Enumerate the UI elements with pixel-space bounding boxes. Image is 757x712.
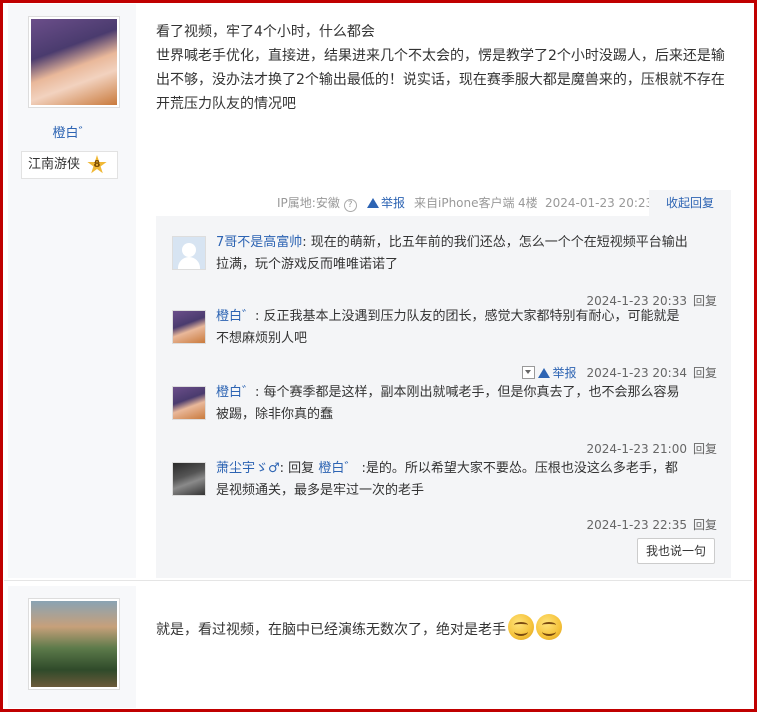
list-item: 萧尘宇ゞ♂: 回复 橙白゛ :是的。所以希望大家不要怂。压根也没这么多老手，都 … [172, 458, 717, 532]
badge-title: 江南游侠 [28, 157, 81, 172]
reply-time: 2024-1-23 22:35 [586, 518, 687, 532]
author-avatar[interactable] [28, 16, 120, 108]
reply-avatar[interactable] [172, 386, 206, 420]
post-source: 来自iPhone客户端 [414, 196, 515, 210]
reply-line: 反正我基本上没遇到压力队友的团长，感觉大家都特别有耐心，可能就是 [263, 309, 680, 324]
reply-report-link[interactable]: 举报 [522, 366, 576, 380]
reply-line: 每个赛季都是这样，副本刚出就喊老手，但是你真去了，也不会那么容易 [263, 385, 680, 400]
floor-number: 4楼 [518, 196, 538, 210]
collapse-replies-button[interactable]: 收起回复 [649, 190, 731, 216]
reply-line: 是视频通关，最多是牢过一次的老手 [216, 483, 425, 498]
warning-icon [538, 368, 551, 378]
reply-button[interactable]: 回复 [693, 366, 717, 380]
post-line: 看了视频，牢了4个小时，什么都会 [156, 24, 375, 40]
reply-prefix: 回复 [288, 461, 315, 476]
post-text: 就是，看过视频，在脑中已经演练无数次了，绝对是老手 [156, 622, 506, 638]
post-content: 就是，看过视频，在脑中已经演练无数次了，绝对是老手 [156, 614, 731, 642]
author-avatar[interactable] [28, 598, 120, 690]
member-badge[interactable]: 江南游侠 8 [21, 151, 118, 179]
post-divider [4, 580, 752, 581]
add-comment-button[interactable]: 我也说一句 [637, 538, 715, 564]
post-line: 出不够，没办法才换了2个输出最低的！说实话，现在赛季服大都是魔兽来的，压根就不存… [156, 72, 725, 88]
reply-target-username[interactable]: 橙白゛ [318, 461, 357, 476]
level-star-icon: 8 [87, 155, 107, 174]
smiley-emoji-icon [536, 614, 562, 640]
reply-avatar[interactable] [172, 462, 206, 496]
reply-footer: 2024-1-23 21:00 回复 [586, 440, 717, 457]
reply-time: 2024-1-23 21:00 [586, 442, 687, 456]
reply-text: 萧尘宇ゞ♂: 回复 橙白゛ :是的。所以希望大家不要怂。压根也没这么多老手，都 … [216, 461, 678, 498]
post-line: 世界喊老手优化，直接进，结果进来几个不太会的，愣是教学了2个小时没踢人，后来还是… [156, 48, 725, 64]
reply-button[interactable]: 回复 [693, 518, 717, 532]
dropdown-icon [522, 366, 536, 379]
reply-button[interactable]: 回复 [693, 442, 717, 456]
reply-line: 拉满，玩个游戏反而唯唯诺诺了 [216, 257, 399, 272]
help-icon[interactable]: ? [343, 199, 357, 212]
report-link[interactable]: 举报 [367, 190, 405, 216]
reply-footer: 举报 2024-1-23 20:34 回复 [522, 364, 717, 381]
reply-text: 橙白゛: 每个赛季都是这样，副本刚出就喊老手，但是你真去了，也不会那么容易 被踢… [216, 385, 680, 422]
reply-username[interactable]: 橙白゛ [216, 309, 255, 324]
reply-username[interactable]: 7哥不是高富帅 [216, 235, 302, 250]
smiley-emoji-icon [508, 614, 534, 640]
reply-line: 现在的萌新，比五年前的我们还怂，怎么一个个在短视频平台输出 [310, 235, 688, 250]
post-content: 看了视频，牢了4个小时，什么都会 世界喊老手优化，直接进，结果进来几个不太会的，… [156, 20, 731, 116]
ip-location: IP属地:安徽 ? [277, 190, 357, 216]
reply-avatar[interactable] [172, 236, 206, 270]
reply-avatar[interactable] [172, 310, 206, 344]
warning-icon [367, 198, 379, 208]
reply-line: 是的。所以希望大家不要怂。压根也没这么多老手，都 [365, 461, 678, 476]
post-meta: IP属地:安徽 ? 举报 来自iPhone客户端 4楼 2024-01-23 2… [156, 190, 731, 216]
reply-text: 7哥不是高富帅: 现在的萌新，比五年前的我们还怂，怎么一个个在短视频平台输出 拉… [216, 235, 688, 272]
list-item: 橙白゛: 每个赛季都是这样，副本刚出就喊老手，但是你真去了，也不会那么容易 被踢… [172, 382, 717, 456]
post-floor-5: 就是，看过视频，在脑中已经演练无数次了，绝对是老手 [4, 586, 752, 708]
post-line: 开荒压力队友的情况吧 [156, 96, 296, 112]
post-floor-4: 橙白゛ 江南游侠 8 看了视频，牢了4个小时，什么都会 世界喊老手优化，直接进，… [4, 4, 752, 578]
author-name[interactable]: 橙白゛ [8, 122, 136, 141]
reply-text: 橙白゛: 反正我基本上没遇到压力队友的团长，感觉大家都特别有耐心，可能就是 不想… [216, 309, 680, 346]
list-item: 橙白゛: 反正我基本上没遇到压力队友的团长，感觉大家都特别有耐心，可能就是 不想… [172, 306, 717, 380]
reply-line: 不想麻烦别人吧 [216, 331, 308, 346]
reply-line: 被踢，除非你真的蠢 [216, 407, 334, 422]
reply-username[interactable]: 橙白゛ [216, 385, 255, 400]
reply-footer: 2024-1-23 22:35 回复 [586, 516, 717, 533]
reply-time: 2024-1-23 20:34 [586, 366, 687, 380]
list-item: 7哥不是高富帅: 现在的萌新，比五年前的我们还怂，怎么一个个在短视频平台输出 拉… [172, 232, 717, 308]
reply-list: 7哥不是高富帅: 现在的萌新，比五年前的我们还怂，怎么一个个在短视频平台输出 拉… [156, 216, 731, 578]
reply-username[interactable]: 萧尘宇ゞ♂ [216, 461, 280, 476]
author-panel [8, 586, 136, 708]
author-panel: 橙白゛ 江南游侠 8 [8, 4, 136, 578]
post-time: 2024-01-23 20:23 [545, 196, 654, 210]
